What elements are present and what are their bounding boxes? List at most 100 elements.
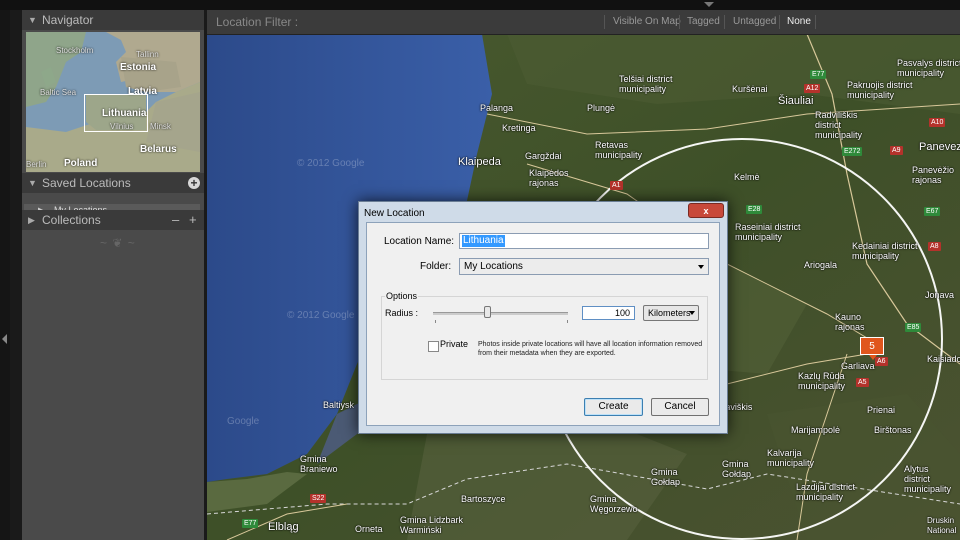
left-arrow-icon[interactable]: [2, 334, 7, 344]
private-label[interactable]: Private: [440, 339, 468, 349]
nav-label-berlin: Berlin: [26, 160, 47, 169]
filter-separator: [679, 15, 680, 29]
map-label-jonava: Jonava: [925, 290, 955, 300]
filter-none[interactable]: None: [787, 16, 811, 27]
dialog-title: New Location: [364, 208, 425, 219]
triangle-down-icon: ▼: [28, 15, 37, 25]
map-watermark-3: Google: [227, 416, 260, 427]
nav-label-baltic-sea: Baltic Sea: [40, 88, 77, 97]
options-label: Options: [385, 291, 419, 301]
road-badge-a5: A5: [856, 378, 869, 387]
map-label-gargzdai: Gargždai: [525, 151, 562, 161]
nav-label-estonia: Estonia: [120, 62, 157, 73]
map-label-kauno: Kauno rajonas: [835, 312, 865, 332]
slider-tick: [435, 320, 436, 323]
map-label-gmina-goldap-1: Gmina Gołdap: [651, 467, 681, 487]
add-location-icon[interactable]: +: [188, 177, 200, 189]
map-label-alytus: Alytus district municipality: [904, 464, 952, 494]
map-label-lazdijai: Lazdijai district municipality: [796, 482, 856, 502]
map-label-orneta: Orneta: [355, 524, 383, 534]
filter-separator: [779, 15, 780, 29]
road-badge-e77-south: E77: [242, 519, 259, 528]
radius-input[interactable]: 100: [582, 306, 635, 320]
map-label-bartoszyce: Bartoszyce: [461, 494, 506, 504]
private-note: Photos inside private locations will hav…: [478, 341, 703, 357]
map-label-kazlu: Kazlų Rūda municipality: [798, 371, 846, 391]
filter-visible-on-map[interactable]: Visible On Map: [613, 16, 681, 27]
unit-value: Kilometers: [648, 308, 691, 318]
private-checkbox[interactable]: [428, 341, 439, 352]
collapse-arrow-icon[interactable]: [704, 2, 714, 7]
map-label-raseiniai: Raseiniai district municipality: [735, 222, 801, 242]
left-edge-strip[interactable]: [0, 10, 10, 540]
new-location-dialog: New Location x Location Name: Lithuania …: [358, 201, 728, 434]
road-badge-a9: A9: [890, 146, 903, 155]
navigator-header[interactable]: ▼ Navigator: [22, 10, 204, 30]
collections-header-bar[interactable]: ▶ Collections – +: [22, 210, 204, 230]
map-label-kursenai: Kuršėnai: [732, 84, 768, 94]
left-panel: ▼ Navigator Stockholm Tallinn Estonia La…: [22, 10, 204, 540]
lightroom-map-module: ▼ Navigator Stockholm Tallinn Estonia La…: [0, 0, 960, 540]
road-badge-a12: A12: [804, 84, 821, 93]
nav-label-poland: Poland: [64, 158, 98, 169]
road-badge-e77: E77: [810, 70, 827, 79]
map-label-telsiai-text: Telšiai district municipality: [619, 74, 673, 94]
map-label-radviliskis: Radviliškis district municipality: [815, 110, 863, 140]
folder-value: My Locations: [464, 261, 523, 272]
triangle-right-icon: ▶: [28, 215, 35, 225]
map-label-kelme: Kelmė: [734, 172, 760, 182]
nav-label-belarus: Belarus: [140, 144, 177, 155]
map-label-gmina-braniewo: Gmina Braniewo: [300, 454, 338, 474]
map-label-birstonas: Birštonas: [874, 425, 912, 435]
location-name-value: Lithuania: [462, 235, 505, 247]
map-label-siauliai: Šiauliai: [778, 95, 814, 107]
navigator-view-frame[interactable]: [84, 94, 148, 132]
map-label-kaisiadorys: Kaisiador: [927, 354, 960, 364]
radius-slider-thumb[interactable]: [483, 306, 491, 318]
folder-label: Folder:: [420, 261, 452, 272]
close-button[interactable]: x: [688, 203, 724, 218]
location-filter-bar: Location Filter : Visible On Map Tagged …: [207, 10, 960, 35]
collections-minus-button[interactable]: –: [172, 210, 179, 230]
nav-label-stockholm: Stockholm: [56, 46, 94, 55]
road-badge-e85: E85: [905, 323, 922, 332]
map-label-marijampole: Marijampolė: [791, 425, 841, 435]
chevron-down-icon: [689, 311, 695, 315]
map-label-retavas: Retavas municipality: [595, 140, 643, 160]
filter-separator: [724, 15, 725, 29]
road-badge-e272: E272: [842, 147, 863, 156]
map-label-elblag: Elbląg: [268, 521, 299, 533]
unit-select[interactable]: Kilometers: [643, 305, 699, 321]
road-badge-e28: E28: [746, 205, 763, 214]
chevron-down-icon: [698, 265, 704, 269]
photo-count-pin[interactable]: 5: [860, 337, 884, 360]
create-button[interactable]: Create: [584, 398, 643, 416]
road-badge-e67: E67: [924, 207, 941, 216]
map-label-gmina-lidzbark: Gmina Lidzbark Warmiński: [400, 515, 464, 535]
panel-end-ornament: ~ ❦ ~: [100, 236, 136, 250]
filter-tagged[interactable]: Tagged: [687, 16, 720, 27]
radius-label: Radius :: [385, 308, 419, 318]
map-label-garliava: Garliava: [841, 361, 875, 371]
location-filter-title: Location Filter :: [216, 15, 299, 29]
radius-slider-track[interactable]: [433, 312, 568, 315]
nav-label-tallinn: Tallinn: [136, 50, 159, 59]
map-label-pakruojis: Pakruojis district municipality: [847, 80, 913, 100]
map-watermark: © 2012 Google: [297, 158, 365, 169]
filter-untagged[interactable]: Untagged: [733, 16, 776, 27]
navigator-map[interactable]: Stockholm Tallinn Estonia Latvia Baltic …: [26, 32, 200, 172]
map-label-telsiai: Telšiai district municipality: [619, 74, 673, 94]
cancel-button[interactable]: Cancel: [651, 398, 709, 416]
saved-locations-header[interactable]: ▼ Saved Locations +: [22, 173, 204, 193]
radius-value: 100: [614, 308, 630, 318]
folder-select[interactable]: My Locations: [459, 258, 709, 275]
map-label-kedainiai: Kedainiai district municipality: [852, 241, 918, 261]
filter-separator: [604, 15, 605, 29]
dialog-body: Location Name: Lithuania Folder: My Loca…: [366, 222, 720, 426]
top-panel-strip[interactable]: [0, 0, 960, 10]
collections-plus-button[interactable]: +: [189, 210, 197, 230]
map-label-kretinga: Kretinga: [502, 123, 536, 133]
map-label-baltiysk: Baltiysk: [323, 400, 355, 410]
location-name-input[interactable]: Lithuania: [459, 233, 709, 249]
map-label-klaipeda: Klaipeda: [458, 156, 501, 168]
